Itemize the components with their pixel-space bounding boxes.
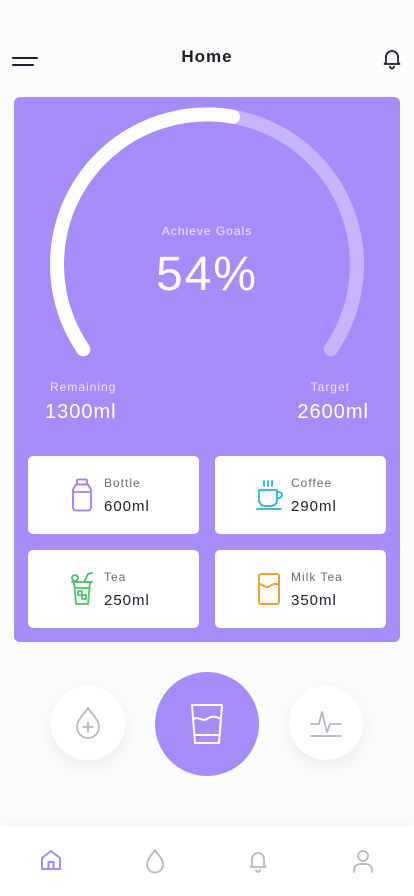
page-title: Home [181,47,233,66]
tab-home[interactable] [37,846,65,876]
iced-tea-icon [71,572,93,605]
drink-name: Milk Tea [291,570,343,584]
drink-name: Bottle [104,476,141,490]
activity-chart-icon [310,711,342,737]
drink-tile-bottle[interactable]: Bottle 600ml [28,456,199,534]
bottle-icon [72,478,92,512]
remaining-label: Remaining [50,380,117,394]
hydration-progress-card: Achieve Goals 54% Remaining 1300ml Targe… [14,97,400,642]
bell-icon [249,852,267,873]
progress-percent: 54% [155,248,259,301]
drink-tile-tea[interactable]: Tea 250ml [28,550,199,628]
log-glass-button[interactable] [155,672,259,776]
tab-profile[interactable] [349,846,377,876]
drink-tile-milk-tea[interactable]: Milk Tea 350ml [215,550,386,628]
tab-water[interactable] [141,846,169,876]
remaining-value: 1300ml [45,401,117,423]
home-icon [41,850,61,870]
gauge-caption: Achieve Goals [161,224,253,238]
add-water-button[interactable] [51,686,125,760]
coffee-cup-icon [256,480,283,510]
app-header: Home [0,0,414,90]
water-drop-plus-icon [76,707,100,739]
drink-tile-coffee[interactable]: Coffee 290ml [215,456,386,534]
drink-name: Tea [104,570,127,584]
target-value: 2600ml [297,401,369,423]
tab-notifications[interactable] [244,846,272,876]
bottom-tab-bar [0,826,414,896]
target-label: Target [310,380,350,394]
drop-icon [146,849,164,874]
statistics-button[interactable] [289,686,363,760]
drink-amount: 600ml [104,498,150,515]
bell-icon[interactable] [380,46,404,70]
user-icon [353,850,373,873]
drink-name: Coffee [291,476,333,490]
glass-icon [191,704,223,744]
drink-amount: 250ml [104,592,150,609]
drink-amount: 290ml [291,498,337,515]
drink-amount: 350ml [291,592,337,609]
milk-tea-icon [258,573,280,605]
